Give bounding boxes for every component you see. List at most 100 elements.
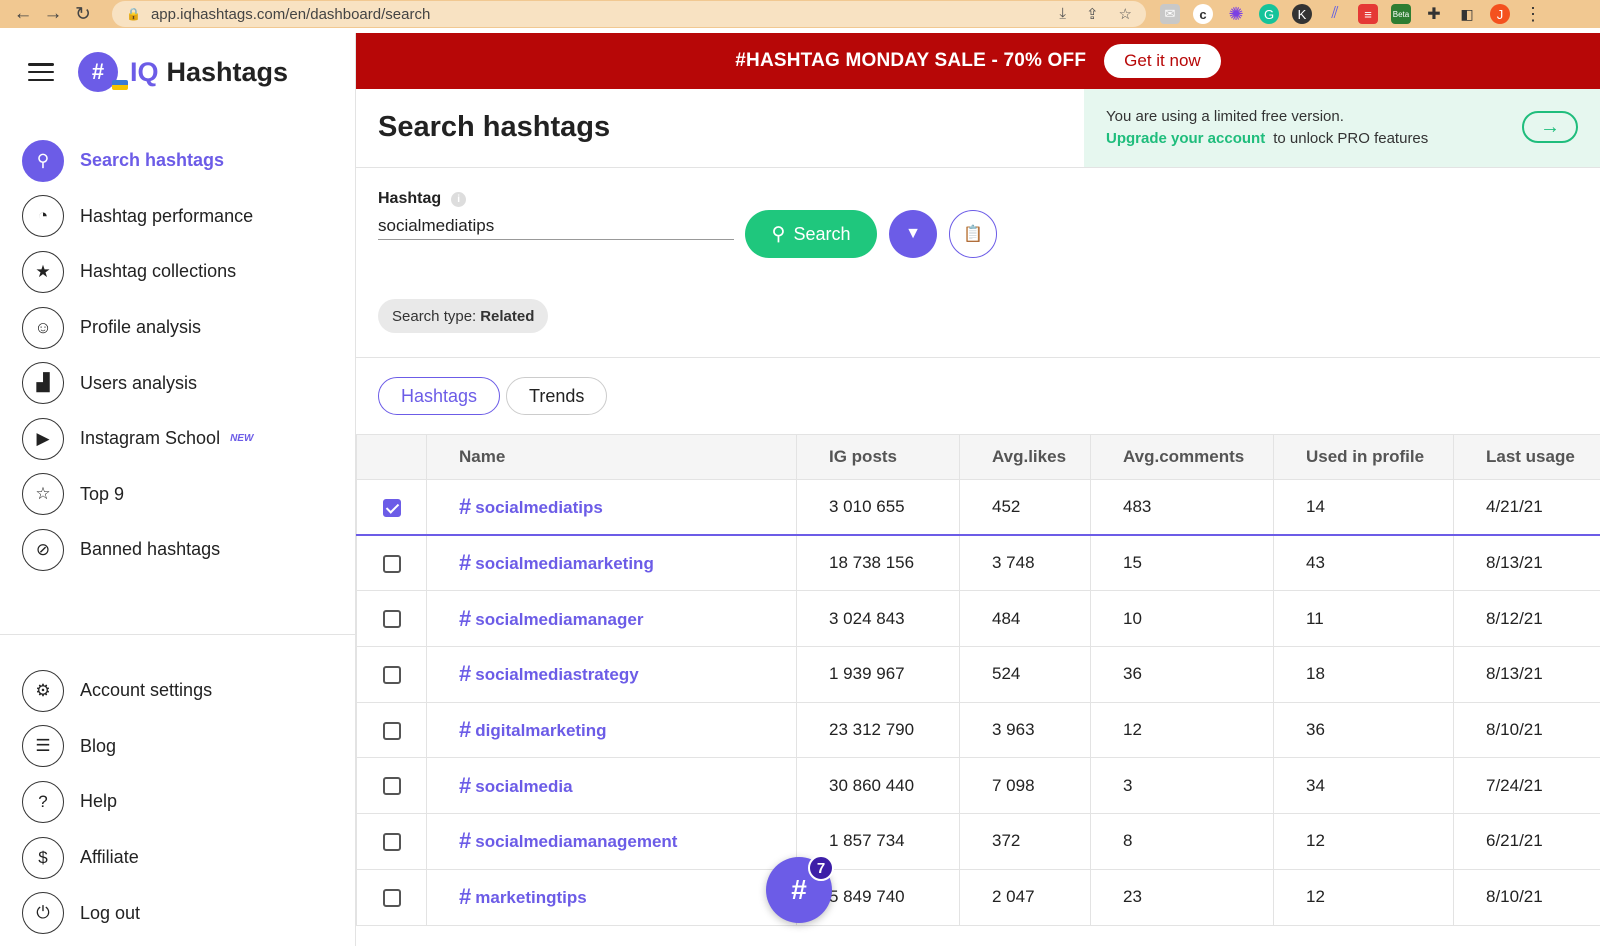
sidebar-item-search-hashtags[interactable]: ⚲ Search hashtags: [0, 133, 355, 189]
todoist-extension-icon[interactable]: ≡: [1358, 4, 1378, 24]
table-row[interactable]: # socialmediamanager 3 024 843 484 10 11 …: [356, 590, 1600, 648]
k-extension-icon[interactable]: K: [1292, 4, 1312, 24]
upgrade-link[interactable]: Upgrade your account: [1106, 130, 1265, 147]
ig-posts-cell: 23 312 790: [796, 701, 960, 759]
logo[interactable]: # IQ Hashtags: [78, 52, 288, 92]
avg-likes-cell: 2 047: [959, 868, 1091, 926]
back-icon[interactable]: ←: [8, 2, 38, 26]
hashtag-name[interactable]: socialmediatips: [475, 498, 603, 517]
arrow-right-icon[interactable]: →: [1522, 111, 1578, 143]
hashtag-input[interactable]: [378, 212, 734, 240]
avg-likes-cell: 7 098: [959, 757, 1091, 815]
tab-trends[interactable]: Trends: [506, 377, 608, 415]
gauge-icon: ◔: [22, 195, 64, 238]
sidebar-item-profile-analysis[interactable]: ☺ Profile analysis: [0, 300, 355, 356]
search-type-value: Related: [480, 307, 535, 325]
ban-icon: ⊘: [22, 528, 64, 571]
sidebar-item-affiliate[interactable]: $ Affiliate: [0, 830, 355, 886]
row-checkbox[interactable]: [382, 777, 401, 796]
install-icon[interactable]: ⤓: [1059, 5, 1066, 23]
beta-extension-icon[interactable]: Beta: [1391, 4, 1411, 24]
hashtag-name[interactable]: socialmediamarketing: [475, 554, 654, 573]
hashtag-name[interactable]: socialmediamanagement: [475, 832, 677, 851]
last-usage-cell: 7/24/21: [1453, 757, 1600, 815]
column-header-avg-comments[interactable]: Avg.comments: [1090, 434, 1274, 480]
forward-icon[interactable]: →: [38, 2, 68, 26]
play-icon: ▶: [22, 417, 64, 460]
column-header-used-in-profile[interactable]: Used in profile: [1273, 434, 1454, 480]
row-checkbox[interactable]: [382, 888, 401, 907]
sidebar-item-instagram-school[interactable]: ▶ Instagram School NEW: [0, 411, 355, 467]
sidebar-item-label: Profile analysis: [80, 317, 202, 338]
table-row[interactable]: # socialmediatips 3 010 655 452 483 14 4/…: [356, 479, 1600, 537]
sidebar-bottom-menu: ⚙ Account settings ☰ Blog ? Help $ Affil…: [0, 663, 355, 941]
search-button[interactable]: ⚲ Search: [745, 210, 877, 258]
row-checkbox[interactable]: [382, 554, 401, 573]
info-icon[interactable]: i: [451, 191, 467, 207]
sidebar-item-help[interactable]: ? Help: [0, 774, 355, 830]
sidebar-item-top-9[interactable]: ☆ Top 9: [0, 467, 355, 523]
profile-avatar[interactable]: J: [1490, 4, 1510, 24]
row-checkbox[interactable]: [382, 832, 401, 851]
share-icon[interactable]: ⇪: [1086, 5, 1099, 23]
c-extension-icon[interactable]: c: [1193, 4, 1213, 24]
ig-posts-cell: 30 860 440: [796, 757, 960, 815]
avg-comments-cell: 12: [1090, 701, 1274, 759]
column-header-name[interactable]: Name: [426, 434, 797, 480]
hashtag-name[interactable]: socialmediastrategy: [475, 665, 638, 684]
reload-icon[interactable]: ↻: [68, 2, 98, 26]
column-header-ig-posts[interactable]: IG posts: [796, 434, 960, 480]
table-row[interactable]: # socialmediamarketing 18 738 156 3 748 1…: [356, 534, 1600, 592]
grammarly-extension-icon[interactable]: G: [1259, 4, 1279, 24]
sidebar-item-hashtag-performance[interactable]: ◔ Hashtag performance: [0, 189, 355, 245]
column-header-last-usage[interactable]: Last usage: [1453, 434, 1600, 480]
sidebar-item-label: Search hashtags: [80, 150, 225, 171]
row-checkbox[interactable]: [382, 498, 401, 517]
sparkle-extension-icon[interactable]: ✺: [1226, 4, 1246, 24]
table-header-row: Name IG posts Avg.likes Avg.comments Use…: [356, 434, 1600, 480]
puzzle-extensions-icon[interactable]: ✚: [1424, 4, 1444, 24]
table-row[interactable]: # marketingtips 5 849 740 2 047 23 12 8/1…: [356, 868, 1600, 926]
row-checkbox[interactable]: [382, 610, 401, 629]
table-row[interactable]: # socialmediamanagement 1 857 734 372 8 1…: [356, 813, 1600, 870]
hashtag-name[interactable]: digitalmarketing: [475, 721, 606, 740]
last-usage-cell: 8/10/21: [1453, 701, 1600, 759]
column-header-avg-likes[interactable]: Avg.likes: [959, 434, 1091, 480]
sidepanel-icon[interactable]: ◧: [1457, 4, 1477, 24]
sidebar-item-users-analysis[interactable]: ▟ Users analysis: [0, 355, 355, 411]
hashtag-name[interactable]: socialmedia: [475, 777, 572, 796]
get-it-now-button[interactable]: Get it now: [1104, 44, 1221, 78]
address-bar[interactable]: 🔒 app.iqhashtags.com/en/dashboard/search…: [112, 1, 1146, 27]
sidebar-item-log-out[interactable]: ⏻ Log out: [0, 885, 355, 941]
row-checkbox[interactable]: [382, 721, 401, 740]
browser-menu-icon[interactable]: ⋮: [1523, 4, 1543, 24]
dollar-icon: $: [22, 836, 64, 879]
bars-extension-icon[interactable]: ⫽: [1325, 4, 1345, 24]
sidebar-item-account-settings[interactable]: ⚙ Account settings: [0, 663, 355, 719]
bookmark-star-icon[interactable]: ☆: [1119, 5, 1132, 23]
sidebar-item-hashtag-collections[interactable]: ★ Hashtag collections: [0, 244, 355, 300]
hamburger-menu-icon[interactable]: [28, 63, 54, 81]
table-row[interactable]: # digitalmarketing 23 312 790 3 963 12 36…: [356, 701, 1600, 759]
page-header: Search hashtags You are using a limited …: [356, 89, 1600, 168]
avg-comments-cell: 15: [1090, 534, 1274, 592]
ig-posts-cell: 18 738 156: [796, 534, 960, 592]
selected-hashtags-fab[interactable]: # 7: [766, 855, 834, 923]
row-checkbox[interactable]: [382, 665, 401, 684]
table-row[interactable]: # socialmediastrategy 1 939 967 524 36 18…: [356, 646, 1600, 703]
sidebar-item-banned-hashtags[interactable]: ⊘ Banned hashtags: [0, 522, 355, 578]
tab-hashtags[interactable]: Hashtags: [378, 377, 501, 415]
hashtag-name[interactable]: socialmediamanager: [475, 610, 643, 629]
sidebar-item-label: Hashtag collections: [80, 261, 237, 282]
sidebar-item-label: Users analysis: [80, 372, 198, 393]
used-in-profile-cell: 11: [1273, 590, 1454, 648]
clipboard-button[interactable]: 📋: [949, 210, 997, 258]
page-title: Search hashtags: [378, 111, 611, 143]
mail-extension-icon[interactable]: ✉: [1160, 4, 1180, 24]
hashtag-name[interactable]: marketingtips: [475, 888, 586, 907]
avg-likes-cell: 372: [959, 813, 1091, 870]
filter-button[interactable]: ▼: [889, 210, 937, 258]
table-row[interactable]: # socialmedia 30 860 440 7 098 3 34 7/24/…: [356, 757, 1600, 815]
sidebar-item-blog[interactable]: ☰ Blog: [0, 719, 355, 775]
search-type-chip[interactable]: Search type: Related: [378, 299, 549, 333]
